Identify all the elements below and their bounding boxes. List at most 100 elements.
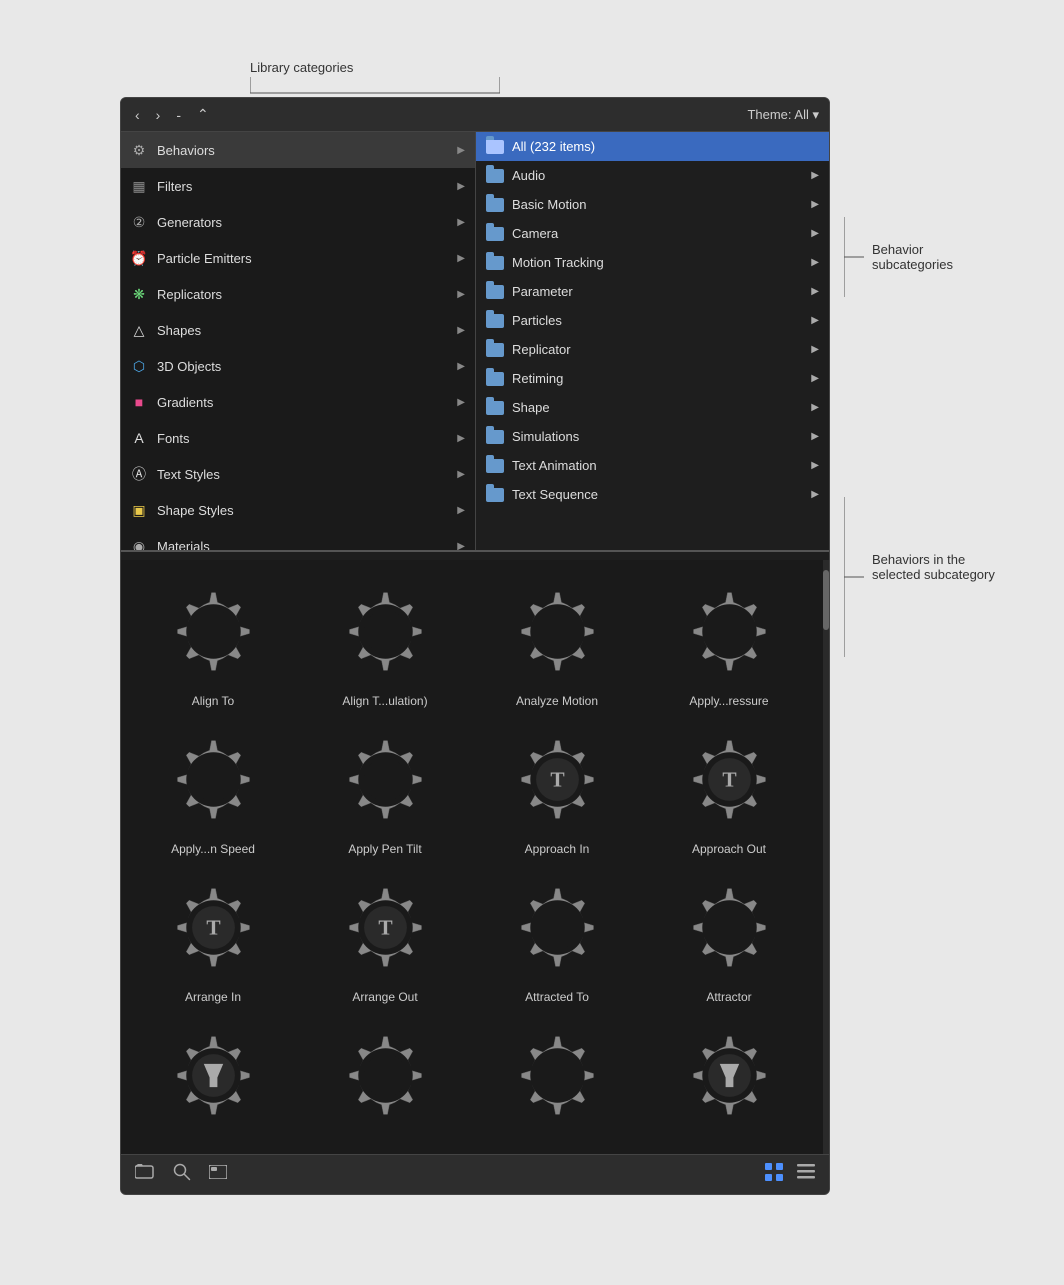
sidebar-item-left: △ Shapes [129,320,201,340]
sidebar-item-left: Ⓐ Text Styles [129,464,220,484]
behavior-item-b4[interactable] [647,1020,811,1138]
subcat-item-replicator[interactable]: Replicator ▶ [476,335,829,364]
sidebar-item-shape-styles[interactable]: ▣ Shape Styles ▶ [121,492,475,528]
sidebar-item-materials[interactable]: ◉ Materials ▶ [121,528,475,550]
bottom-right [765,1163,815,1186]
behavior-item-arrange-out[interactable]: T Arrange Out [303,872,467,1004]
grid-view-button[interactable] [765,1163,783,1186]
subcat-item-text-sequence[interactable]: Text Sequence ▶ [476,480,829,509]
theme-selector[interactable]: Theme: All ▾ [747,107,819,123]
toolbar-right: Theme: All ▾ [747,107,819,123]
sidebar-item-icon-filters: ▦ [129,176,149,196]
sidebar-arrow-generators: ▶ [457,217,465,228]
behavior-label-apply-pen-tilt: Apply Pen Tilt [348,842,421,856]
subcat-item-label-simulations: Simulations [512,429,579,444]
behavior-label-attractor: Attractor [706,990,751,1004]
subcat-item-parameter[interactable]: Parameter ▶ [476,277,829,306]
sidebar-item-shapes[interactable]: △ Shapes ▶ [121,312,475,348]
search-button[interactable] [173,1163,191,1186]
subcat-item-basic-motion[interactable]: Basic Motion ▶ [476,190,829,219]
sidebar-item-label-text-styles: Text Styles [157,467,220,482]
subcat-item-shape[interactable]: Shape ▶ [476,393,829,422]
subcat-item-left: Parameter [486,284,573,299]
subcat-item-all[interactable]: All (232 items) [476,132,829,161]
sidebar-arrow-3d-objects: ▶ [457,361,465,372]
subcat-item-particles[interactable]: Particles ▶ [476,306,829,335]
sidebar-item-particle-emitters[interactable]: ⏰ Particle Emitters ▶ [121,240,475,276]
sidebar-item-behaviors[interactable]: ⚙ Behaviors ▶ [121,132,475,168]
folder-icon-audio [486,169,504,183]
subcat-item-simulations[interactable]: Simulations ▶ [476,422,829,451]
main-panel: ‹ › - ⌃ Theme: All ▾ ⚙ Behaviors ▶ [120,97,830,1195]
sidebar-item-icon-gradients: ■ [129,392,149,412]
gear-icon-approach-in: T [502,724,612,834]
sidebar-item-label-fonts: Fonts [157,431,190,446]
sidebar-item-icon-3d-objects: ⬡ [129,356,149,376]
svg-text:T: T [378,915,392,939]
subcat-arrow-audio: ▶ [811,170,819,181]
sidebar-arrow-fonts: ▶ [457,433,465,444]
sidebar-item-3d-objects[interactable]: ⬡ 3D Objects ▶ [121,348,475,384]
sidebar-item-icon-fonts: A [129,428,149,448]
sidebar-arrow-behaviors: ▶ [457,145,465,156]
subcat-item-camera[interactable]: Camera ▶ [476,219,829,248]
sidebar-arrow-materials: ▶ [457,541,465,551]
sidebar-item-icon-text-styles: Ⓐ [129,464,149,484]
subcat-item-audio[interactable]: Audio ▶ [476,161,829,190]
behavior-item-analyze-motion[interactable]: Analyze Motion [475,576,639,708]
gear-icon-attractor [674,872,784,982]
behavior-item-apply-n-speed[interactable]: Apply...n Speed [131,724,295,856]
behavior-item-b2[interactable] [303,1020,467,1138]
sidebar-item-text-styles[interactable]: Ⓐ Text Styles ▶ [121,456,475,492]
sidebar-item-left: ⏰ Particle Emitters [129,248,252,268]
sidebar-item-fonts[interactable]: A Fonts ▶ [121,420,475,456]
behavior-item-attracted-to[interactable]: Attracted To [475,872,639,1004]
behavior-item-approach-in[interactable]: T Approach In [475,724,639,856]
sidebar-item-filters[interactable]: ▦ Filters ▶ [121,168,475,204]
sidebar-item-label-behaviors: Behaviors [157,143,215,158]
behavior-item-arrange-in[interactable]: T Arrange In [131,872,295,1004]
sidebar-item-generators[interactable]: ② Generators ▶ [121,204,475,240]
forward-button[interactable]: › [152,105,165,125]
behavior-label-approach-out: Approach Out [692,842,766,856]
behavior-item-align-t-ulation[interactable]: Align T...ulation) [303,576,467,708]
behavior-label-apply-n-speed: Apply...n Speed [171,842,255,856]
sidebar-item-icon-shape-styles: ▣ [129,500,149,520]
behavior-item-b3[interactable] [475,1020,639,1138]
behavior-item-apply-pen-tilt[interactable]: Apply Pen Tilt [303,724,467,856]
sidebar-item-label-materials: Materials [157,539,210,551]
behavior-item-b1[interactable] [131,1020,295,1138]
behavior-item-align-to[interactable]: Align To [131,576,295,708]
sidebar-arrow-particle-emitters: ▶ [457,253,465,264]
behavior-item-approach-out[interactable]: T Approach Out [647,724,811,856]
subcat-item-retiming[interactable]: Retiming ▶ [476,364,829,393]
subcat-item-label-camera: Camera [512,226,558,241]
back-button[interactable]: ‹ [131,105,144,125]
sidebar-item-gradients[interactable]: ■ Gradients ▶ [121,384,475,420]
sidebar-item-label-3d-objects: 3D Objects [157,359,221,374]
behaviors-selected-label1: Behaviors in the [872,552,995,567]
scroll-indicator[interactable] [823,560,829,1154]
subcat-arrow-parameter: ▶ [811,286,819,297]
subcat-item-motion-tracking[interactable]: Motion Tracking ▶ [476,248,829,277]
gear-icon-align-t-ulation [330,576,440,686]
folder-icon-motion-tracking [486,256,504,270]
subcat-item-text-animation[interactable]: Text Animation ▶ [476,451,829,480]
gear-icon-attracted-to [502,872,612,982]
subcat-item-left: Camera [486,226,558,241]
bottom-toolbar [121,1154,829,1194]
dash-button[interactable]: - [172,105,185,125]
sidebar-item-replicators[interactable]: ❋ Replicators ▶ [121,276,475,312]
subcat-arrow-camera: ▶ [811,228,819,239]
behavior-item-apply-ressure[interactable]: Apply...ressure [647,576,811,708]
subcat-arrow-particles: ▶ [811,315,819,326]
add-button[interactable] [135,1163,155,1186]
sidebar-item-left: ⬡ 3D Objects [129,356,221,376]
sidebar-item-left: ▣ Shape Styles [129,500,234,520]
preview-button[interactable] [209,1163,227,1186]
subcat-arrow-basic-motion: ▶ [811,199,819,210]
list-view-button[interactable] [797,1164,815,1185]
toolbar-left: ‹ › - ⌃ [131,104,213,125]
updown-button[interactable]: ⌃ [193,104,213,125]
behavior-item-attractor[interactable]: Attractor [647,872,811,1004]
